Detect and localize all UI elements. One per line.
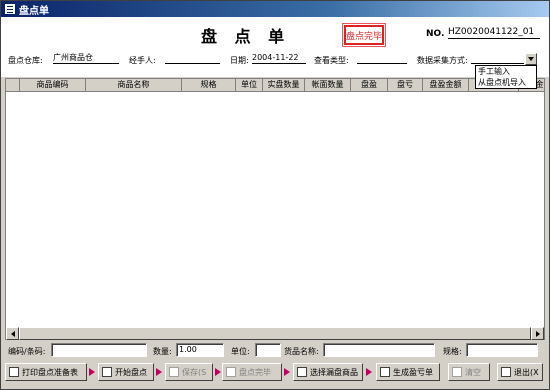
document-title: 盘 点 单 [201, 27, 291, 46]
scroll-thumb[interactable] [19, 327, 531, 340]
entry-bar: 编码/条码: 数量: 1.00 单位: 货品名称: 规格: [1, 342, 549, 360]
handler-field[interactable] [165, 52, 220, 64]
grid-header: 商品编码 商品名称 规格 单位 实盘数量 帐面数量 盘盈 盘亏 盘盈金额 盘亏金 [6, 79, 544, 92]
flow-arrow-icon [284, 368, 290, 376]
handler-label: 经手人: [129, 56, 156, 65]
clear-button[interactable]: 清空 [448, 363, 490, 381]
col-unit[interactable]: 单位 [236, 79, 263, 92]
inventory-count-window: 盘点单 盘 点 单 盘点完毕 NO. HZ0020041122_01 盘点仓库:… [0, 0, 550, 390]
col-book-qty[interactable]: 帐面数量 [305, 79, 351, 92]
generate-profit-loss-label: 生成盈亏单 [393, 367, 433, 377]
save-button[interactable]: 保存(S [165, 363, 213, 381]
barcode-input[interactable] [51, 343, 147, 357]
flow-arrow-icon [156, 368, 162, 376]
quantity-input[interactable]: 1.00 [176, 343, 224, 357]
action-toolbar: 打印盘点准备表 开始盘点 保存(S 盘点完毕 选择漏盘商品 生成盈亏单 清空 退… [1, 363, 549, 385]
barcode-label: 编码/条码: [8, 347, 46, 356]
exit-label: 退出(X [514, 367, 539, 377]
collect-method-dropdown-button[interactable] [525, 53, 537, 65]
chevron-right-icon [535, 330, 540, 337]
document-icon [4, 3, 16, 15]
grid-body[interactable] [6, 92, 544, 326]
select-missing-goods-label: 选择漏盘商品 [310, 367, 358, 377]
completed-stamp: 盘点完毕 [342, 23, 386, 47]
col-goods-name[interactable]: 商品名称 [86, 79, 182, 92]
quantity-label: 数量: [153, 347, 172, 356]
col-spec[interactable]: 规格 [182, 79, 236, 92]
col-goods-code[interactable]: 商品编码 [20, 79, 86, 92]
window-title: 盘点单 [19, 5, 49, 17]
option-import-from-device[interactable]: 从盘点机导入 [476, 77, 536, 88]
col-surplus-amount[interactable]: 盘盈金额 [423, 79, 469, 92]
clear-label: 清空 [465, 367, 481, 377]
scroll-left-button[interactable] [6, 327, 19, 340]
start-count-icon [102, 367, 112, 377]
save-label: 保存(S [182, 367, 207, 377]
exit-button[interactable]: 退出(X [497, 363, 543, 381]
print-prep-sheet-button[interactable]: 打印盘点准备表 [5, 363, 87, 381]
goods-name-label: 货品名称: [284, 347, 319, 356]
flow-arrow-icon [89, 368, 95, 376]
scroll-right-button[interactable] [531, 327, 544, 340]
date-label: 日期: [230, 56, 249, 65]
start-count-button[interactable]: 开始盘点 [98, 363, 154, 381]
flow-arrow-icon [215, 368, 221, 376]
chevron-down-icon [528, 57, 534, 61]
generate-icon [380, 367, 390, 377]
warehouse-field[interactable]: 广州商品仓 [53, 52, 119, 64]
count-grid[interactable]: 商品编码 商品名称 规格 单位 实盘数量 帐面数量 盘盈 盘亏 盘盈金额 盘亏金 [5, 78, 545, 340]
collect-method-dropdown-list: 手工输入 从盘点机导入 [475, 65, 537, 89]
clear-icon [452, 367, 462, 377]
printer-icon [9, 367, 19, 377]
col-actual-qty[interactable]: 实盘数量 [263, 79, 305, 92]
select-missing-goods-button[interactable]: 选择漏盘商品 [293, 363, 363, 381]
finish-count-icon [226, 367, 236, 377]
chevron-left-icon [10, 330, 15, 337]
check-type-field[interactable] [357, 52, 407, 64]
collect-method-label: 数据采集方式: [417, 56, 468, 65]
start-count-label: 开始盘点 [115, 367, 147, 377]
collect-method-field[interactable] [471, 52, 524, 64]
document-number-label: NO. [426, 29, 445, 39]
unit-input[interactable] [255, 343, 281, 357]
print-prep-sheet-label: 打印盘点准备表 [22, 367, 78, 377]
flow-arrow-icon [366, 368, 372, 376]
col-shortage[interactable]: 盘亏 [388, 79, 423, 92]
save-icon [169, 367, 179, 377]
finish-count-label: 盘点完毕 [239, 367, 271, 377]
unit-label: 单位: [231, 347, 250, 356]
col-indicator [6, 79, 20, 92]
spec-label: 规格: [443, 347, 462, 356]
document-number-value: HZ0020041122_01 [448, 27, 540, 39]
date-field[interactable]: 2004-11-22 [252, 52, 306, 64]
select-goods-icon [297, 367, 307, 377]
generate-profit-loss-button[interactable]: 生成盈亏单 [376, 363, 440, 381]
finish-count-button[interactable]: 盘点完毕 [222, 363, 282, 381]
check-type-label: 查看类型: [314, 56, 349, 65]
exit-icon [501, 367, 511, 377]
option-manual-input[interactable]: 手工输入 [476, 66, 536, 77]
form-header: 盘 点 单 盘点完毕 NO. HZ0020041122_01 盘点仓库: 广州商… [1, 17, 549, 77]
goods-name-input[interactable] [323, 343, 435, 357]
warehouse-label: 盘点仓库: [8, 56, 43, 65]
spec-input[interactable] [466, 343, 538, 357]
title-bar[interactable]: 盘点单 [1, 1, 549, 17]
horizontal-scrollbar[interactable] [6, 326, 544, 340]
col-surplus[interactable]: 盘盈 [351, 79, 388, 92]
